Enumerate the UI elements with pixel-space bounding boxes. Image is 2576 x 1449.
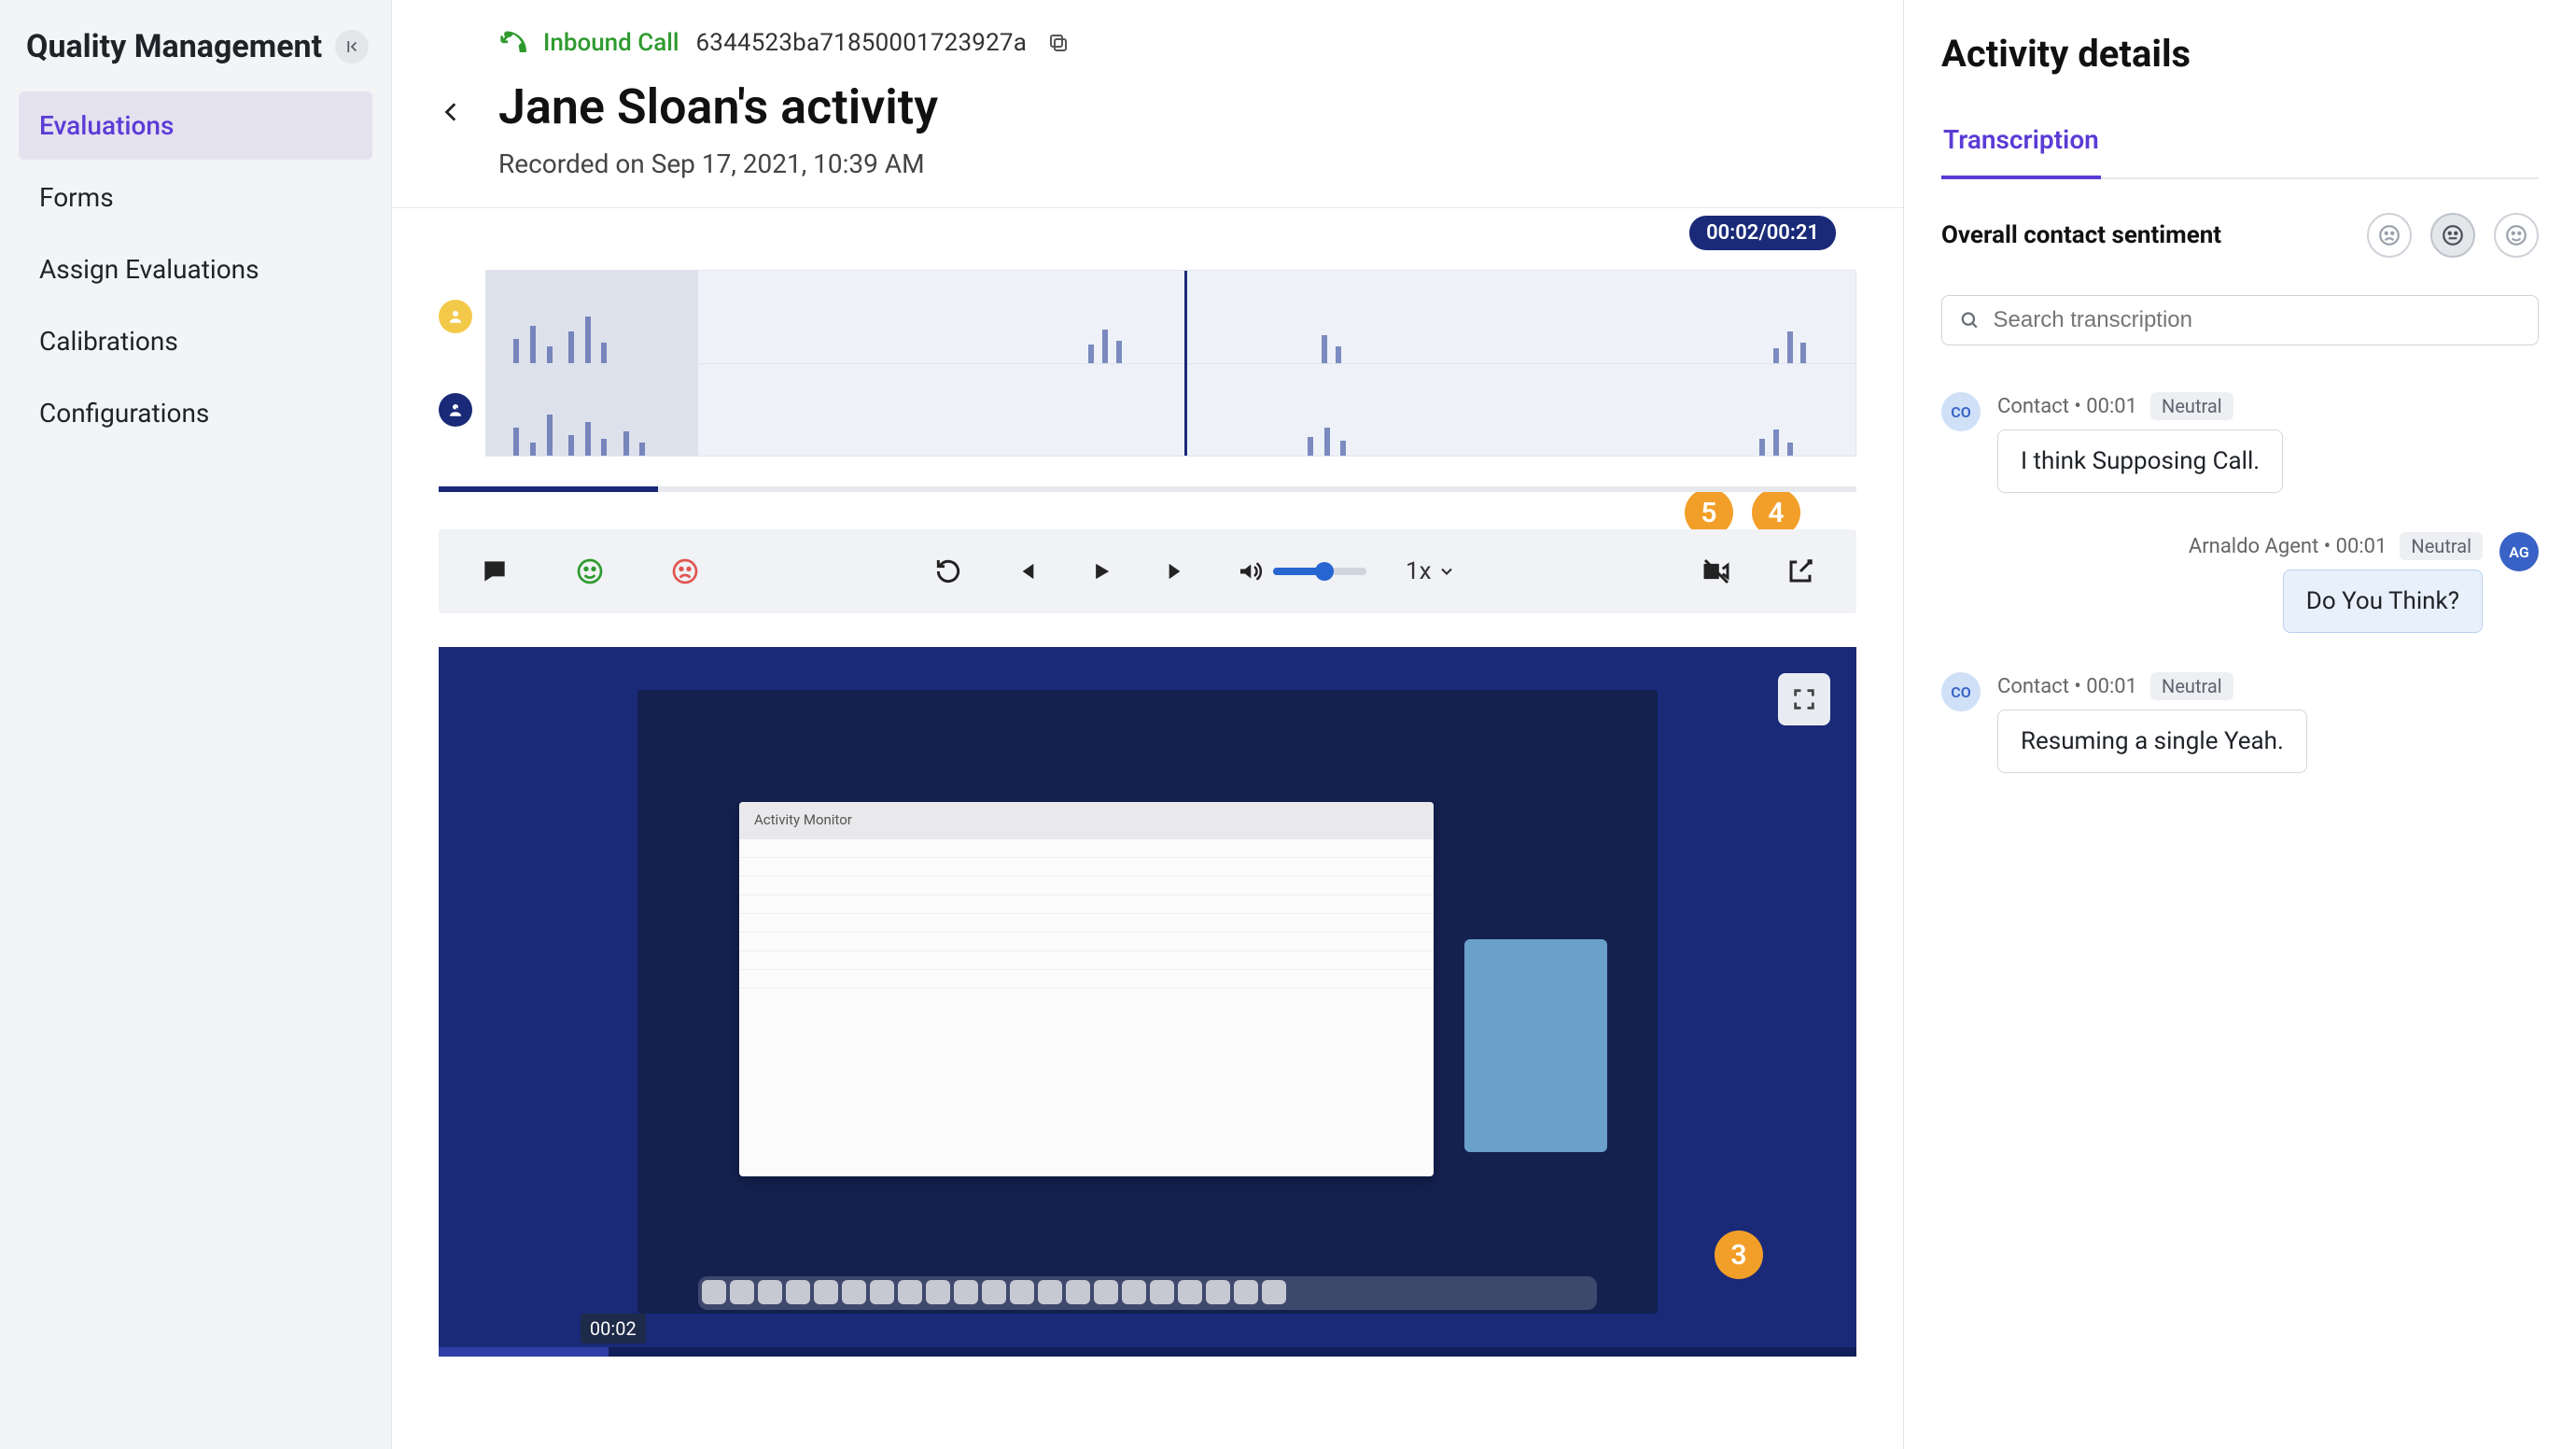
chevron-left-icon bbox=[440, 100, 464, 124]
screen-recording-video[interactable]: 3 Activity Monitor 00:02 bbox=[439, 647, 1856, 1357]
overall-sentiment-label: Overall contact sentiment bbox=[1941, 221, 2221, 249]
sidebar-item-forms[interactable]: Forms bbox=[19, 163, 372, 232]
inbound-call-icon bbox=[498, 29, 526, 57]
replay-button[interactable] bbox=[930, 553, 967, 590]
message-bubble: Do You Think? bbox=[2283, 570, 2483, 633]
playhead[interactable] bbox=[1184, 271, 1187, 456]
skip-previous-icon bbox=[1012, 558, 1038, 584]
sidebar-item-label: Assign Evaluations bbox=[39, 254, 259, 285]
overall-sentiment-negative[interactable] bbox=[2367, 213, 2412, 258]
frown-icon bbox=[670, 556, 700, 586]
copy-icon bbox=[1047, 32, 1070, 54]
sidebar-item-label: Forms bbox=[39, 182, 114, 213]
sidebar-item-configurations[interactable]: Configurations bbox=[19, 379, 372, 447]
avatar: CO bbox=[1941, 392, 1981, 431]
fullscreen-button[interactable] bbox=[1778, 673, 1830, 725]
comment-button[interactable] bbox=[476, 553, 513, 590]
waveform-panel bbox=[439, 270, 1856, 457]
smile-icon bbox=[575, 556, 605, 586]
seek-bar[interactable] bbox=[439, 486, 1856, 492]
message-sentiment-pill: Neutral bbox=[2150, 392, 2233, 420]
activity-viewer: Inbound Call 6344523ba71850001723927a Ja… bbox=[392, 0, 1904, 1449]
message-bubble: Resuming a single Yeah. bbox=[1997, 710, 2307, 773]
skip-next-icon bbox=[1165, 558, 1191, 584]
avatar: AG bbox=[2499, 532, 2539, 571]
sidebar-title: Quality Management bbox=[26, 28, 322, 65]
transcription-search-input[interactable] bbox=[1994, 307, 2521, 333]
video-content: Activity Monitor bbox=[637, 690, 1659, 1315]
message-sentiment-pill: Neutral bbox=[2150, 672, 2233, 700]
message-bubble: I think Supposing Call. bbox=[1997, 429, 2283, 493]
video-seek-bar[interactable] bbox=[439, 1347, 1856, 1357]
sentiment-positive-button[interactable] bbox=[571, 553, 609, 590]
activity-id: 6344523ba71850001723927a bbox=[696, 29, 1028, 57]
copy-activity-id-button[interactable] bbox=[1043, 28, 1073, 58]
sidebar-item-calibrations[interactable]: Calibrations bbox=[19, 307, 372, 375]
fullscreen-icon bbox=[1791, 686, 1817, 712]
sidebar-item-assign-evaluations[interactable]: Assign Evaluations bbox=[19, 235, 372, 303]
speaker-contact-icon bbox=[439, 300, 472, 333]
overall-sentiment-neutral[interactable] bbox=[2430, 213, 2475, 258]
transcript-message[interactable]: AG Neutral Arnaldo Agent • 00:01 Do You … bbox=[1941, 532, 2539, 633]
player-toolbar: 1x bbox=[439, 529, 1856, 613]
chevron-down-icon bbox=[1437, 562, 1456, 581]
pop-out-button[interactable] bbox=[1782, 553, 1819, 590]
chevron-collapse-icon bbox=[343, 38, 360, 55]
previous-button[interactable] bbox=[1006, 553, 1043, 590]
avatar: CO bbox=[1941, 672, 1981, 711]
playback-speed-value: 1x bbox=[1406, 557, 1432, 585]
tab-transcription[interactable]: Transcription bbox=[1941, 115, 2101, 179]
sentiment-negative-button[interactable] bbox=[666, 553, 704, 590]
comment-icon bbox=[480, 556, 510, 586]
details-tabs: Transcription bbox=[1941, 115, 2539, 179]
activity-details-panel: Activity details Transcription Overall c… bbox=[1904, 0, 2576, 1449]
sidebar-item-label: Configurations bbox=[39, 398, 209, 429]
sidebar: Quality Management Evaluations Forms Ass… bbox=[0, 0, 392, 1449]
playback-time-pill: 00:02/00:21 bbox=[1689, 216, 1836, 250]
video-time-badge: 00:02 bbox=[581, 1314, 646, 1343]
replay-icon bbox=[933, 556, 963, 586]
transcription-list: CO Contact • 00:01 Neutral I think Suppo… bbox=[1941, 392, 2539, 773]
activity-recorded-on: Recorded on Sep 17, 2021, 10:39 AM bbox=[498, 148, 1843, 179]
speaker-agent-icon bbox=[439, 393, 472, 427]
smile-icon bbox=[2504, 223, 2528, 247]
volume-slider[interactable] bbox=[1273, 568, 1366, 575]
sidebar-item-evaluations[interactable]: Evaluations bbox=[19, 91, 372, 160]
message-speaker: Arnaldo Agent • 00:01 bbox=[2189, 535, 2387, 558]
message-speaker: Contact • 00:01 bbox=[1997, 395, 2137, 418]
call-direction-label: Inbound Call bbox=[543, 29, 679, 57]
activity-header: Inbound Call 6344523ba71850001723927a Ja… bbox=[392, 0, 1903, 208]
play-icon bbox=[1088, 558, 1114, 584]
message-sentiment-pill: Neutral bbox=[2400, 532, 2483, 560]
volume-icon bbox=[1236, 557, 1264, 585]
message-speaker: Contact • 00:01 bbox=[1997, 675, 2137, 698]
transcript-message[interactable]: CO Contact • 00:01 Neutral Resuming a si… bbox=[1941, 672, 2539, 773]
playback-speed-selector[interactable]: 1x bbox=[1406, 557, 1456, 585]
neutral-face-icon bbox=[2441, 223, 2465, 247]
waveform-timeline[interactable] bbox=[485, 270, 1856, 457]
sidebar-collapse-button[interactable] bbox=[335, 30, 369, 63]
details-title: Activity details bbox=[1941, 32, 2539, 76]
frown-icon bbox=[2377, 223, 2401, 247]
player-area: 00:02/00:21 5 4 bbox=[392, 208, 1903, 1403]
sidebar-item-label: Calibrations bbox=[39, 326, 178, 357]
transcription-search[interactable] bbox=[1941, 295, 2539, 345]
search-icon bbox=[1959, 309, 1981, 331]
overall-sentiment-positive[interactable] bbox=[2494, 213, 2539, 258]
volume-control[interactable] bbox=[1236, 557, 1366, 585]
back-button[interactable] bbox=[433, 93, 470, 131]
video-off-icon bbox=[1701, 556, 1731, 586]
sidebar-item-label: Evaluations bbox=[39, 110, 174, 141]
transcript-message[interactable]: CO Contact • 00:01 Neutral I think Suppo… bbox=[1941, 392, 2539, 493]
annotation-marker-3[interactable]: 3 bbox=[1715, 1231, 1763, 1279]
play-button[interactable] bbox=[1083, 553, 1120, 590]
video-off-button[interactable] bbox=[1698, 553, 1735, 590]
open-in-new-icon bbox=[1786, 557, 1814, 585]
next-button[interactable] bbox=[1159, 553, 1197, 590]
activity-title: Jane Sloan's activity bbox=[498, 78, 1843, 135]
tab-label: Transcription bbox=[1943, 124, 2099, 155]
